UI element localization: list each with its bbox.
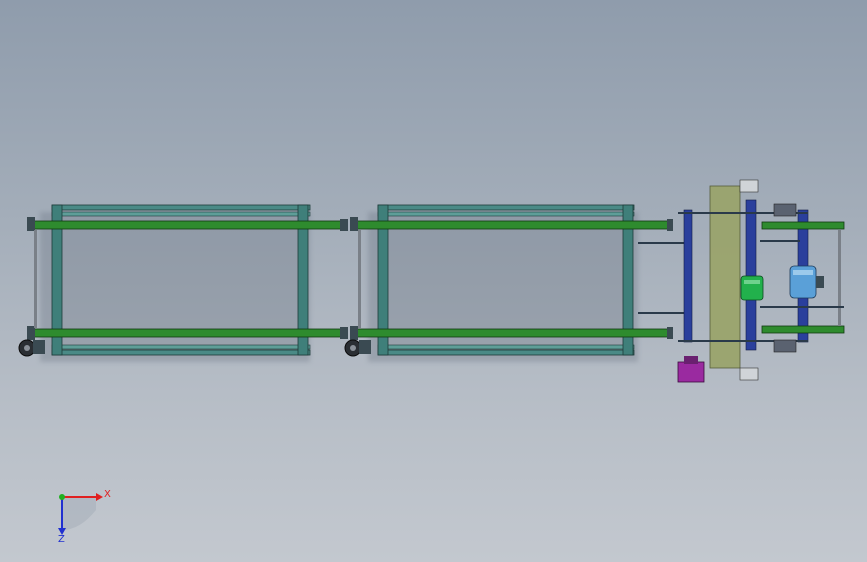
upper-green-bar <box>761 221 845 230</box>
end-cap <box>340 219 348 231</box>
end-cap <box>27 326 35 340</box>
bottom-inner-rail <box>51 344 311 350</box>
roller-frame <box>745 199 757 351</box>
end-cap <box>667 327 673 339</box>
rod <box>760 240 800 242</box>
conveyor-module-1 <box>18 204 348 362</box>
sprocket <box>773 339 797 353</box>
lower-green-bar <box>29 328 347 338</box>
bracket-top <box>739 179 759 193</box>
bottom-rail <box>51 349 311 356</box>
end-cap <box>667 219 673 231</box>
caster-hub <box>24 345 30 351</box>
upper-green-bar <box>352 220 672 230</box>
conveyor-module-2 <box>344 204 684 362</box>
z-axis-label: Z <box>58 534 65 545</box>
coordinate-triad: X Z <box>58 489 111 545</box>
x-axis-arrow <box>96 493 103 501</box>
bracket-bottom <box>739 367 759 381</box>
motor-shaft <box>816 276 824 288</box>
shaft <box>358 230 361 328</box>
end-cap <box>340 327 348 339</box>
upper-green-bar <box>29 220 347 230</box>
cad-viewport[interactable]: X Z <box>0 0 867 562</box>
motor-highlight <box>793 270 813 275</box>
caster-bracket <box>359 340 371 354</box>
top-rail <box>51 204 311 211</box>
motor-highlight <box>744 280 760 284</box>
top-inner-rail <box>51 211 311 217</box>
caster-hub <box>350 345 356 351</box>
triad-shading <box>62 497 96 530</box>
drive-unit <box>677 179 845 383</box>
gearbox-flange <box>684 356 698 364</box>
bottom-rail <box>377 349 635 356</box>
rod <box>760 306 844 308</box>
y-axis-dot <box>59 494 65 500</box>
lower-green-bar <box>352 328 672 338</box>
shaft <box>34 230 37 328</box>
motor-green <box>740 275 764 301</box>
link-rod <box>638 312 684 314</box>
shaft <box>838 230 841 326</box>
link-rod <box>638 242 684 244</box>
lower-green-bar <box>761 325 845 334</box>
sprocket <box>773 203 797 217</box>
top-inner-rail <box>377 211 635 217</box>
cad-drawing: X Z <box>18 179 845 545</box>
x-axis-label: X <box>104 489 111 500</box>
caster-bracket <box>33 340 45 354</box>
end-cap <box>350 217 358 231</box>
gearbox <box>677 361 705 383</box>
module-shadow <box>40 212 310 362</box>
module-shadow <box>368 212 638 362</box>
top-rail <box>377 204 635 211</box>
end-cap <box>350 326 358 340</box>
bottom-inner-rail <box>377 344 635 350</box>
end-cap <box>27 217 35 231</box>
roller-frame <box>683 209 693 343</box>
